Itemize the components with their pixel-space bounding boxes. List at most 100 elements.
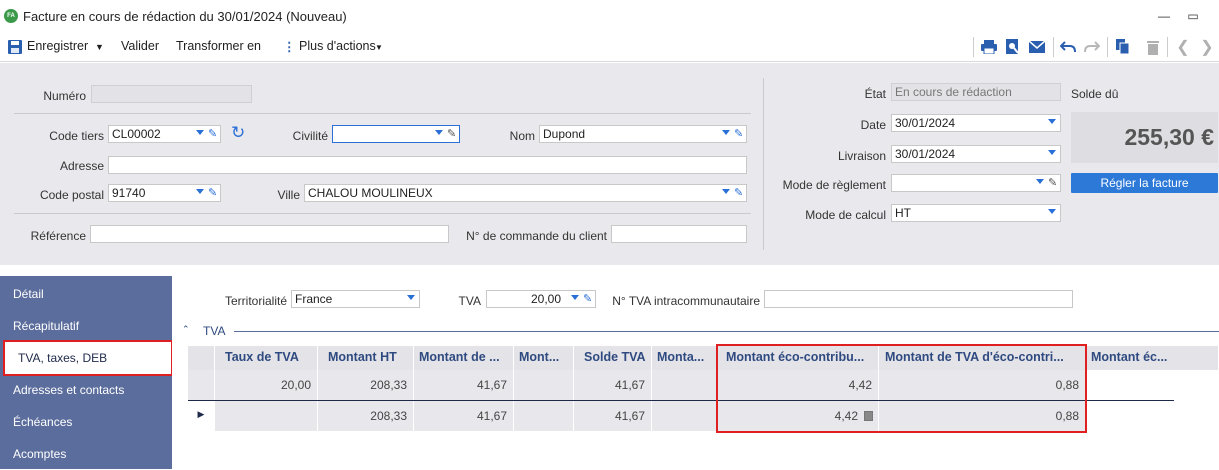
num-commande-field[interactable] <box>611 225 747 243</box>
toolbar-separator <box>973 37 974 57</box>
preview-icon[interactable] <box>1004 38 1022 56</box>
territorialite-value: France <box>295 292 333 306</box>
print-icon[interactable] <box>980 38 998 56</box>
cell-montant-ht: 208,33 <box>318 370 414 400</box>
col-solde-tva[interactable]: Solde TVA <box>574 346 652 370</box>
save-dropdown-icon[interactable]: ▼ <box>95 42 104 52</box>
current-row-icon[interactable]: ▶ <box>188 401 215 431</box>
chevron-down-icon[interactable] <box>571 295 579 300</box>
mode-calcul-field[interactable]: HT <box>891 204 1061 222</box>
toolbar-separator <box>1053 37 1054 57</box>
edit-icon[interactable]: ✎ <box>583 292 592 305</box>
chevron-down-icon[interactable] <box>196 189 204 194</box>
cell-mont <box>514 370 574 400</box>
chevron-down-icon[interactable] <box>1048 150 1056 155</box>
cell-taux-tva <box>215 401 318 431</box>
chevron-down-icon[interactable] <box>1048 209 1056 214</box>
col-mont[interactable]: Mont... <box>514 346 574 370</box>
redo-icon[interactable] <box>1083 38 1101 56</box>
chevron-down-icon[interactable] <box>1036 179 1044 184</box>
edit-icon[interactable]: ✎ <box>208 186 217 199</box>
edit-icon[interactable]: ✎ <box>447 127 456 140</box>
solde-label: Solde dû <box>1071 87 1119 101</box>
chevron-down-icon[interactable] <box>722 130 730 135</box>
chevron-down-icon[interactable] <box>407 295 415 300</box>
tva-rate-field[interactable]: 20,00 ✎ <box>486 290 596 308</box>
save-icon[interactable] <box>6 38 24 56</box>
chevron-down-icon[interactable] <box>435 130 443 135</box>
nom-label: Nom <box>509 129 535 143</box>
livraison-field[interactable]: 30/01/2024 <box>891 145 1061 163</box>
collapse-icon[interactable]: ⌃ <box>182 324 190 335</box>
civilite-field[interactable]: ✎ <box>332 125 460 143</box>
territorialite-label: Territorialité <box>224 294 287 308</box>
adresse-field[interactable] <box>108 156 747 174</box>
num-tva-field[interactable] <box>764 290 1073 308</box>
ville-field[interactable]: CHALOU MOULINEUX ✎ <box>304 184 747 202</box>
validate-button[interactable]: Valider <box>121 39 159 53</box>
row-selector[interactable] <box>188 370 215 400</box>
refresh-icon[interactable]: ↻ <box>231 123 245 143</box>
col-montant-ht[interactable]: Montant HT <box>318 346 414 370</box>
etat-field: En cours de rédaction <box>891 83 1061 101</box>
title-bar: FA Facture en cours de rédaction du 30/0… <box>0 0 1219 32</box>
edit-icon[interactable]: ✎ <box>1048 176 1057 189</box>
toolbar-separator <box>1107 37 1108 57</box>
date-label: Date <box>860 118 886 132</box>
delete-icon[interactable] <box>1144 38 1162 56</box>
section-title: TVA <box>203 324 226 338</box>
cell-monta <box>652 401 718 431</box>
chevron-down-icon[interactable] <box>1048 119 1056 124</box>
cell-monta <box>652 370 718 400</box>
ville-label: Ville <box>277 188 300 202</box>
date-field[interactable]: 30/01/2024 <box>891 114 1061 132</box>
sidebar-item-detail[interactable]: Détail <box>0 278 172 310</box>
maximize-icon[interactable]: ▭ <box>1182 6 1204 26</box>
col-montant-ec[interactable]: Montant éc... <box>1086 346 1219 370</box>
mode-reglement-field[interactable]: ✎ <box>891 174 1061 192</box>
edit-icon[interactable]: ✎ <box>734 127 743 140</box>
col-taux-tva[interactable]: Taux de TVA <box>215 346 318 370</box>
territorialite-field[interactable]: France <box>291 290 420 308</box>
tva-rate-value: 20,00 <box>530 292 561 306</box>
minimize-icon[interactable]: — <box>1153 6 1175 26</box>
mode-calcul-value: HT <box>895 206 911 220</box>
copy-icon[interactable] <box>1114 38 1132 56</box>
cell-montant-ht: 208,33 <box>318 401 414 431</box>
reference-label: Référence <box>30 229 86 243</box>
etat-label: État <box>864 87 886 101</box>
cell-solde-tva: 41,67 <box>574 401 652 431</box>
save-button[interactable]: Enregistrer <box>27 39 88 53</box>
sidebar-item-adresses[interactable]: Adresses et contacts <box>0 374 172 406</box>
edit-icon[interactable]: ✎ <box>208 127 217 140</box>
code-tiers-field[interactable]: CL00002 ✎ <box>108 125 221 143</box>
pay-invoice-button[interactable]: Régler la facture <box>1071 173 1218 193</box>
nom-field[interactable]: Dupond ✎ <box>539 125 747 143</box>
more-actions-dropdown-icon[interactable]: ▼ <box>375 43 383 52</box>
window-title: Facture en cours de rédaction du 30/01/2… <box>23 9 347 24</box>
sidebar-item-recapitulatif[interactable]: Récapitulatif <box>0 310 172 342</box>
more-actions-icon[interactable]: ⋮ <box>283 39 296 54</box>
livraison-value: 30/01/2024 <box>895 147 956 161</box>
chevron-down-icon[interactable] <box>196 130 204 135</box>
email-icon[interactable] <box>1028 38 1046 56</box>
reference-field[interactable] <box>90 225 449 243</box>
previous-icon[interactable]: ❮ <box>1174 38 1192 56</box>
chevron-down-icon[interactable] <box>722 189 730 194</box>
nom-value: Dupond <box>543 127 586 141</box>
solde-amount: 255,30 € <box>1071 112 1218 163</box>
undo-icon[interactable] <box>1059 38 1077 56</box>
sidebar-item-echeances[interactable]: Échéances <box>0 406 172 438</box>
next-icon[interactable]: ❯ <box>1198 38 1216 56</box>
col-montant-de[interactable]: Montant de ... <box>414 346 514 370</box>
numero-label: Numéro <box>43 89 86 103</box>
more-actions-button[interactable]: Plus d'actions <box>299 39 376 53</box>
transform-button[interactable]: Transformer en <box>176 39 261 53</box>
edit-icon[interactable]: ✎ <box>734 186 743 199</box>
col-monta[interactable]: Monta... <box>652 346 718 370</box>
sidebar: Détail Récapitulatif TVA, taxes, DEB Adr… <box>0 276 173 470</box>
code-postal-field[interactable]: 91740 ✎ <box>108 184 221 202</box>
sidebar-item-acomptes[interactable]: Acomptes <box>0 438 172 470</box>
sidebar-item-tva[interactable]: TVA, taxes, DEB <box>3 340 173 376</box>
num-tva-label: N° TVA intracommunautaire <box>612 294 760 308</box>
